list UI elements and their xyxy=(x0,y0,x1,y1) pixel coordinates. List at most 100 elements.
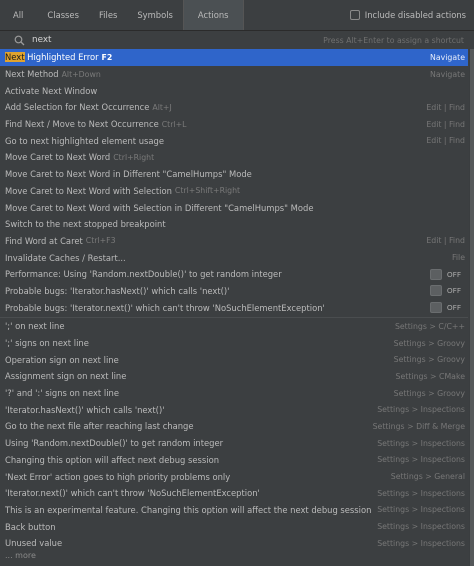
result-label: ';' signs on next line xyxy=(5,338,89,349)
scrollbar-thumb[interactable] xyxy=(470,49,474,566)
result-row[interactable]: Invalidate Caches / Restart... File xyxy=(0,249,468,266)
result-label: Back button xyxy=(5,521,56,532)
result-row[interactable]: Move Caret to Next Word in Different "Ca… xyxy=(0,166,468,183)
result-label: This is an experimental feature. Changin… xyxy=(5,504,372,515)
tab-files[interactable]: Files xyxy=(89,0,127,30)
result-group: Settings > Inspections xyxy=(377,505,465,515)
inspection-row[interactable]: Performance: Using 'Random.nextDouble()'… xyxy=(0,266,468,283)
result-group: Edit | Find xyxy=(426,102,465,112)
inspection-toggle[interactable]: OFF xyxy=(430,302,465,314)
settings-row[interactable]: Unused value Settings > Inspections xyxy=(0,535,468,552)
result-group: Settings > Inspections xyxy=(377,455,465,465)
settings-row[interactable]: ';' signs on next line Settings > Groovy xyxy=(0,335,468,352)
result-group: Settings > Inspections xyxy=(377,538,465,548)
result-row[interactable]: Find Word at Caret Ctrl+F3 Edit | Find xyxy=(0,233,468,250)
result-row[interactable]: Go to next highlighted element usage Edit… xyxy=(0,132,468,149)
toggle-knob xyxy=(430,268,442,280)
result-label: Next Method xyxy=(5,69,59,80)
tab-all[interactable]: All xyxy=(0,0,37,30)
result-label: Performance: Using 'Random.nextDouble()'… xyxy=(5,269,282,280)
tab-symbols[interactable]: Symbols xyxy=(127,0,183,30)
result-row[interactable]: Move Caret to Next Word with Selection Ct… xyxy=(0,183,468,200)
result-group: Settings > Inspections xyxy=(377,522,465,532)
inspection-row[interactable]: Probable bugs: 'Iterator.hasNext()' whic… xyxy=(0,283,468,300)
result-shortcut: Ctrl+F3 xyxy=(85,236,116,246)
scrollbar[interactable] xyxy=(469,49,474,566)
result-row[interactable]: Move Caret to Next Word Ctrl+Right xyxy=(0,149,468,166)
result-group: Edit | Find xyxy=(426,236,465,246)
settings-row[interactable]: Changing this option will affect next de… xyxy=(0,452,468,469)
more-link[interactable]: ... more xyxy=(5,551,36,560)
result-label: Probable bugs: 'Iterator.hasNext()' whic… xyxy=(5,285,230,296)
result-group: Settings > General xyxy=(390,472,465,482)
shortcut-hint: Press Alt+Enter to assign a shortcut xyxy=(323,35,464,45)
settings-row[interactable]: Back button Settings > Inspections xyxy=(0,518,468,535)
result-label: Changing this option will affect next de… xyxy=(5,454,219,465)
result-label: 'Next Error' action goes to high priorit… xyxy=(5,471,231,482)
result-group: Navigate xyxy=(430,52,465,62)
toggle-state: OFF xyxy=(446,303,462,313)
result-label: Add Selection for Next Occurrence xyxy=(5,102,150,113)
toggle-state: OFF xyxy=(446,269,462,279)
toggle-knob xyxy=(430,302,442,314)
result-group: Settings > Groovy xyxy=(393,355,465,365)
result-row[interactable]: Activate Next Window xyxy=(0,82,468,99)
result-group: Settings > Groovy xyxy=(393,338,465,348)
result-row-selected[interactable]: Next Highlighted Error F2 Navigate xyxy=(0,49,468,66)
result-group: Settings > Inspections xyxy=(377,488,465,498)
match-highlight: Next xyxy=(5,52,25,63)
result-label: ';' on next line xyxy=(5,321,65,332)
result-label: Move Caret to Next Word in Different "Ca… xyxy=(5,169,252,180)
result-group: Edit | Find xyxy=(426,119,465,129)
search-icon xyxy=(12,33,26,47)
settings-row[interactable]: ';' on next line Settings > C/C++ xyxy=(0,318,468,335)
result-group: Settings > Groovy xyxy=(393,388,465,398)
result-row[interactable]: Next Method Alt+Down Navigate xyxy=(0,66,468,83)
result-label: Find Word at Caret xyxy=(5,235,83,246)
result-shortcut: Ctrl+Shift+Right xyxy=(174,186,241,196)
result-group: Edit | Find xyxy=(426,136,465,146)
search-input[interactable]: next xyxy=(32,35,52,45)
toggle-state: OFF xyxy=(446,286,462,296)
inspection-row[interactable]: Probable bugs: 'Iterator.next()' which c… xyxy=(0,299,468,316)
result-shortcut: Ctrl+Right xyxy=(113,152,155,162)
result-label: '?' and ':' signs on next line xyxy=(5,388,119,399)
result-shortcut: Ctrl+L xyxy=(161,119,187,129)
result-group: Settings > Diff & Merge xyxy=(372,421,465,431)
settings-row[interactable]: '?' and ':' signs on next line Settings >… xyxy=(0,385,468,402)
result-label: Activate Next Window xyxy=(5,85,98,96)
settings-row[interactable]: Go to the next file after reaching last … xyxy=(0,418,468,435)
result-row[interactable]: Add Selection for Next Occurrence Alt+J Ed… xyxy=(0,99,468,116)
include-disabled-option[interactable]: Include disabled actions xyxy=(349,0,474,30)
tab-actions[interactable]: Actions xyxy=(182,0,244,30)
tab-classes[interactable]: Classes xyxy=(37,0,89,30)
result-label: 'Iterator.next()' which can't throw 'NoS… xyxy=(5,488,260,499)
settings-row[interactable]: 'Iterator.hasNext()' which calls 'next()… xyxy=(0,401,468,418)
result-label: Highlighted Error xyxy=(24,52,99,63)
inspection-toggle[interactable]: OFF xyxy=(430,268,465,280)
result-group: Settings > Inspections xyxy=(377,405,465,415)
result-shortcut: Alt+Down xyxy=(61,69,101,79)
result-label: Move Caret to Next Word xyxy=(5,152,111,163)
result-label: Unused value xyxy=(5,538,63,549)
result-label: Find Next / Move to Next Occurrence xyxy=(5,119,159,130)
settings-row[interactable]: Operation sign on next line Settings > Gr… xyxy=(0,351,468,368)
settings-row[interactable]: Using 'Random.nextDouble()' to get rando… xyxy=(0,435,468,452)
settings-row[interactable]: This is an experimental feature. Changin… xyxy=(0,502,468,519)
result-group: Settings > C/C++ xyxy=(394,321,465,331)
result-label: Operation sign on next line xyxy=(5,354,119,365)
result-group: Settings > CMake xyxy=(395,371,465,381)
result-row[interactable]: Switch to the next stopped breakpoint xyxy=(0,216,468,233)
result-row[interactable]: Move Caret to Next Word with Selection i… xyxy=(0,199,468,216)
result-label: Using 'Random.nextDouble()' to get rando… xyxy=(5,438,224,449)
include-disabled-label: Include disabled actions xyxy=(364,10,466,20)
inspection-toggle[interactable]: OFF xyxy=(430,285,465,297)
settings-row[interactable]: Assignment sign on next line Settings > C… xyxy=(0,368,468,385)
results-list: Next Highlighted Error F2 Navigate Next … xyxy=(0,49,468,552)
settings-row[interactable]: 'Iterator.next()' which can't throw 'NoS… xyxy=(0,485,468,502)
result-group: Navigate xyxy=(430,69,465,79)
settings-row[interactable]: 'Next Error' action goes to high priorit… xyxy=(0,468,468,485)
result-row[interactable]: Find Next / Move to Next Occurrence Ctrl+… xyxy=(0,116,468,133)
result-label: Invalidate Caches / Restart... xyxy=(5,252,126,263)
include-disabled-checkbox[interactable] xyxy=(349,10,360,20)
